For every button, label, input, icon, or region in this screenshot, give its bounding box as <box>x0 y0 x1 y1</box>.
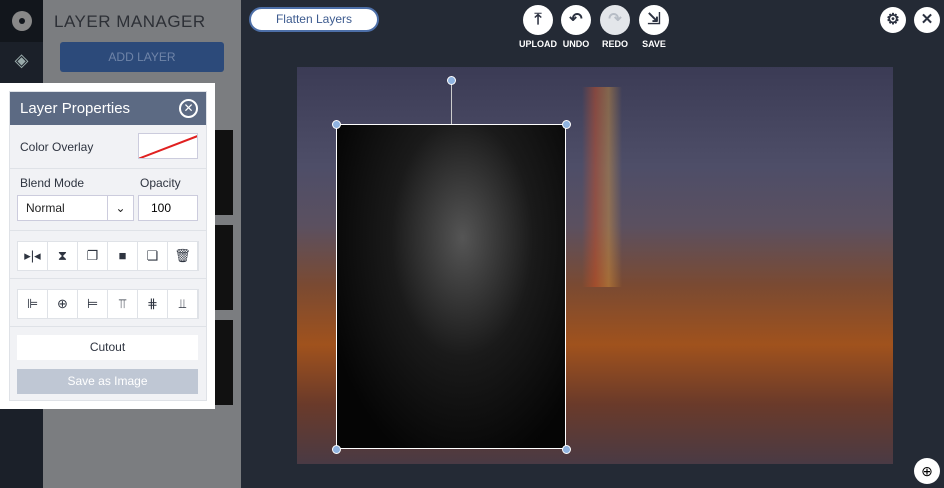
align-center-icon[interactable]: ⊕ <box>48 290 78 318</box>
opacity-value: 100 <box>151 201 172 215</box>
layer-thumbnail[interactable] <box>215 320 233 405</box>
color-overlay-swatch[interactable] <box>138 133 198 159</box>
resize-handle[interactable] <box>332 120 341 129</box>
cutout-button[interactable]: Cutout <box>17 335 198 360</box>
save-as-image-button[interactable]: Save as Image <box>17 369 198 394</box>
duplicate-icon[interactable]: ❏ <box>138 242 168 270</box>
bring-forward-icon[interactable]: ❐ <box>78 242 108 270</box>
zoom-icon[interactable]: ⊕ <box>914 458 940 484</box>
save-icon: ⇲ <box>639 5 669 35</box>
resize-handle[interactable] <box>562 120 571 129</box>
layer-thumbnail[interactable] <box>215 225 233 310</box>
opacity-label: Opacity <box>140 176 181 190</box>
rotate-handle[interactable] <box>447 76 456 85</box>
selected-layer-portrait[interactable] <box>336 124 566 449</box>
flip-horizontal-icon[interactable]: ▸|◂ <box>18 242 48 270</box>
layer-properties-popup: Layer Properties ✕ Color Overlay Blend Mo… <box>0 83 215 409</box>
color-overlay-label: Color Overlay <box>20 140 94 154</box>
logo[interactable] <box>0 0 43 42</box>
opacity-input[interactable]: 100 <box>138 195 198 221</box>
blend-mode-label: Blend Mode <box>20 176 85 190</box>
align-bottom-icon[interactable]: ⫫ <box>168 290 198 318</box>
add-layer-button[interactable]: ADD LAYER <box>60 42 224 72</box>
save-button[interactable]: ⇲ SAVE <box>624 5 684 49</box>
align-right-icon[interactable]: ⊨ <box>78 290 108 318</box>
send-backward-icon[interactable]: ■ <box>108 242 138 270</box>
layer-manager-title: LAYER MANAGER <box>54 12 206 31</box>
save-label: SAVE <box>642 39 666 49</box>
flip-vertical-icon[interactable]: ⧗ <box>48 242 78 270</box>
properties-title: Layer Properties <box>20 100 131 117</box>
blend-mode-select[interactable]: Normal ⌄ <box>17 195 134 221</box>
resize-handle[interactable] <box>562 445 571 454</box>
trash-icon[interactable]: 🗑 <box>168 242 198 270</box>
flatten-layers-button[interactable]: Flatten Layers <box>249 7 379 32</box>
rotation-line <box>451 84 452 124</box>
properties-header: Layer Properties ✕ <box>10 92 206 125</box>
close-icon[interactable]: ✕ <box>914 7 940 33</box>
align-top-icon[interactable]: ⫪ <box>108 290 138 318</box>
align-left-icon[interactable]: ⊫ <box>18 290 48 318</box>
chevron-down-icon: ⌄ <box>107 196 133 220</box>
resize-handle[interactable] <box>332 445 341 454</box>
close-properties-icon[interactable]: ✕ <box>179 99 198 118</box>
blend-mode-value: Normal <box>26 201 65 215</box>
settings-gear-icon[interactable]: ⚙ <box>880 7 906 33</box>
align-middle-icon[interactable]: ⋕ <box>138 290 168 318</box>
layers-icon[interactable]: ◈ <box>0 42 43 78</box>
layer-thumbnail[interactable] <box>215 130 233 215</box>
